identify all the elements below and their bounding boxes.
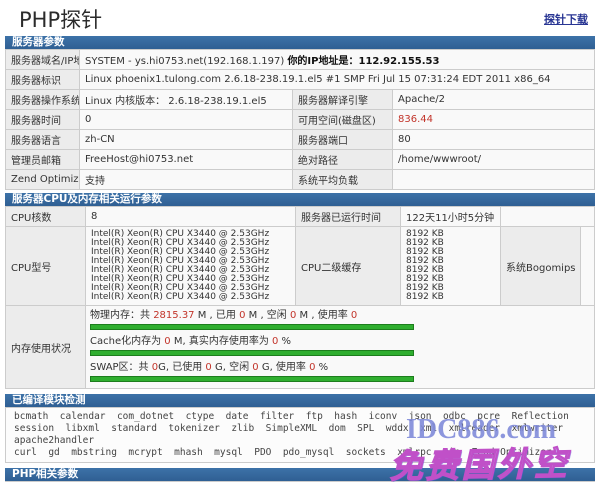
row-label: 服务器时间: [6, 110, 80, 130]
row-label: 服务器端口: [293, 130, 393, 150]
cpu-memory-table: CPU核数 8 服务器已运行时间 122天11小时5分钟 CPU型号 Intel…: [5, 206, 595, 389]
row-label: 服务器操作系统: [6, 90, 80, 110]
disk-free-value: 836.44: [393, 110, 595, 130]
table-row: 服务器操作系统 Linux 内核版本： 2.6.18-238.19.1.el5 …: [6, 90, 595, 110]
uptime-value: 122天11小时5分钟: [401, 207, 501, 227]
row-label: CPU二级缓存: [296, 227, 401, 306]
section-server-params: 服务器参数 服务器域名/IP地址 SYSTEM - ys.hi0753.net(…: [5, 36, 595, 190]
row-value: Linux 内核版本： 2.6.18-238.19.1.el5: [80, 90, 293, 110]
memory-cache-bar: [90, 350, 414, 356]
row-label: 服务器标识: [6, 70, 80, 90]
row-label: 系统Bogomips: [501, 227, 581, 306]
row-label: 内存使用状况: [6, 306, 86, 389]
empty-cell: [501, 207, 595, 227]
memory-cache-line: Cache化内存为 0 M, 真实内存使用率为 0 %: [90, 335, 590, 348]
row-label: 服务器已运行时间: [296, 207, 401, 227]
row-value: Linux phoenix1.tulong.com 2.6.18-238.19.…: [80, 70, 595, 90]
probe-download-link[interactable]: 探针下载: [544, 11, 588, 27]
section-header-cpu: 服务器CPU及内存相关运行参数: [5, 193, 595, 206]
row-label: 绝对路径: [293, 150, 393, 170]
row-label: CPU型号: [6, 227, 86, 306]
row-label: 服务器解译引擎: [293, 90, 393, 110]
table-row: 服务器语言 zh-CN 服务器端口 80: [6, 130, 595, 150]
table-row: Zend Optimizer 支持 系统平均负载: [6, 170, 595, 190]
php-probe-page: PHP探针 探针下载 服务器参数 服务器域名/IP地址 SYSTEM - ys.…: [0, 0, 600, 482]
memory-swap-line: SWAP区：共 0G, 已使用 0 G, 空闲 0 G, 使用率 0 %: [90, 361, 590, 374]
row-label: 可用空间(磁盘区): [293, 110, 393, 130]
memory-usage-cell: 物理内存：共 2815.37 M , 已用 0 M , 空闲 0 M , 使用率…: [86, 306, 595, 389]
title-bar: PHP探针 探针下载: [0, 0, 600, 36]
row-value: /home/wwwroot/: [393, 150, 595, 170]
section-header-modules: 已编译模块检测: [5, 394, 595, 407]
cpu-cores-value: 8: [86, 207, 296, 227]
watermark-free-hosting: 免费国外空间: [389, 436, 600, 482]
server-params-table: 服务器域名/IP地址 SYSTEM - ys.hi0753.net(192.16…: [5, 49, 595, 190]
row-value: [393, 170, 595, 190]
cpu-cache-list: 8192 KB 8192 KB 8192 KB 8192 KB 8192 KB …: [401, 227, 501, 306]
page-title: PHP探针: [19, 4, 102, 34]
memory-swap-bar: [90, 376, 414, 382]
bogomips-value: [581, 227, 595, 306]
memory-physical-line: 物理内存：共 2815.37 M , 已用 0 M , 空闲 0 M , 使用率…: [90, 309, 590, 322]
section-cpu-memory: 服务器CPU及内存相关运行参数 CPU核数 8 服务器已运行时间 122天11小…: [5, 193, 595, 389]
row-value: 80: [393, 130, 595, 150]
row-label: 管理员邮箱: [6, 150, 80, 170]
row-label: 系统平均负载: [293, 170, 393, 190]
row-value: 支持: [80, 170, 293, 190]
admin-email: FreeHost@hi0753.net: [80, 150, 293, 170]
server-host: SYSTEM - ys.hi0753.net(192.168.1.197): [85, 56, 287, 67]
row-value: Apache/2: [393, 90, 595, 110]
section-header-server: 服务器参数: [5, 36, 595, 49]
table-row: 服务器标识 Linux phoenix1.tulong.com 2.6.18-2…: [6, 70, 595, 90]
table-row: CPU型号 Intel(R) Xeon(R) CPU X3440 @ 2.53G…: [6, 227, 595, 306]
row-value: SYSTEM - ys.hi0753.net(192.168.1.197) 你的…: [80, 50, 595, 70]
table-row: 服务器域名/IP地址 SYSTEM - ys.hi0753.net(192.16…: [6, 50, 595, 70]
row-label: CPU核数: [6, 207, 86, 227]
table-row: 管理员邮箱 FreeHost@hi0753.net 绝对路径 /home/www…: [6, 150, 595, 170]
row-label: 服务器域名/IP地址: [6, 50, 80, 70]
table-row: 服务器时间 0 可用空间(磁盘区) 836.44: [6, 110, 595, 130]
row-label: 服务器语言: [6, 130, 80, 150]
table-row: 内存使用状况 物理内存：共 2815.37 M , 已用 0 M , 空闲 0 …: [6, 306, 595, 389]
cpu-model-list: Intel(R) Xeon(R) CPU X3440 @ 2.53GHz Int…: [86, 227, 296, 306]
row-value: zh-CN: [80, 130, 293, 150]
memory-physical-bar: [90, 324, 414, 330]
your-ip: 你的IP地址是：112.92.155.53: [287, 56, 439, 67]
row-label: Zend Optimizer: [6, 170, 80, 190]
row-value: 0: [80, 110, 293, 130]
table-row: CPU核数 8 服务器已运行时间 122天11小时5分钟: [6, 207, 595, 227]
